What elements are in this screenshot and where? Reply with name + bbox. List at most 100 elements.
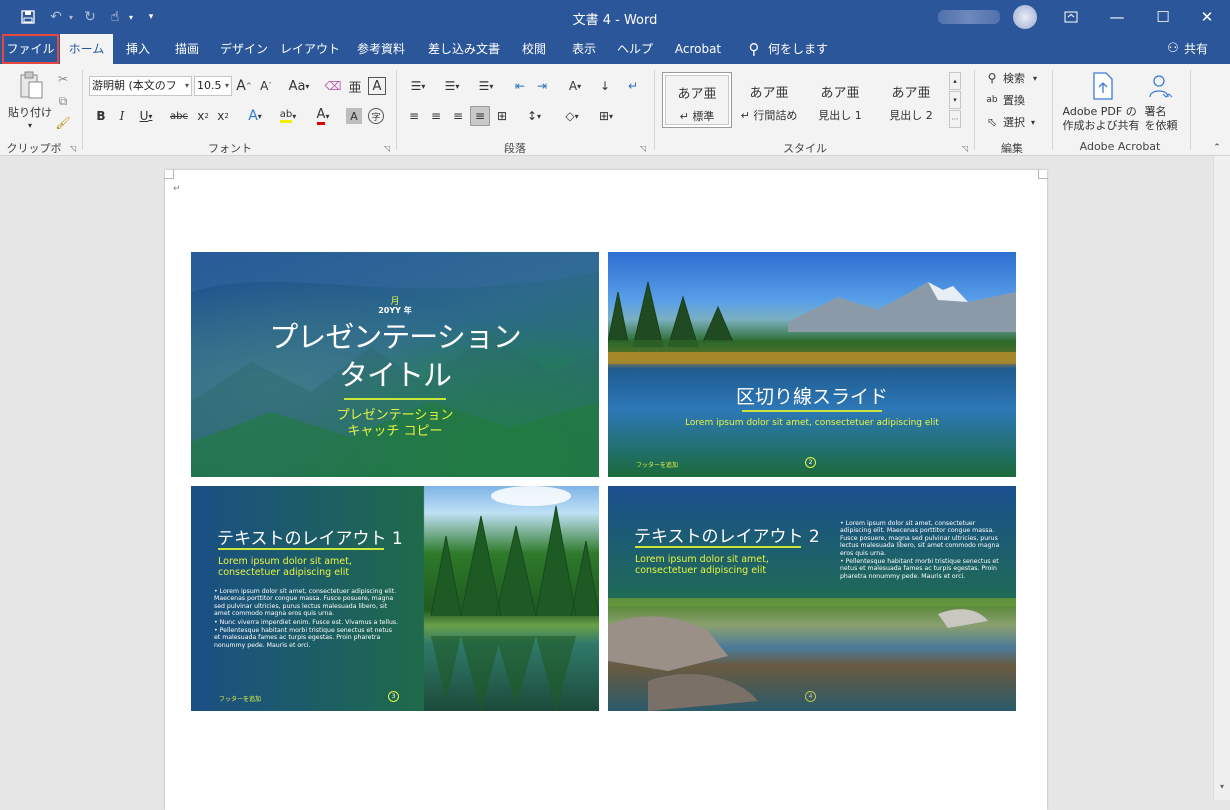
create-pdf-button[interactable]: Adobe PDF の 作成および共有	[1058, 104, 1144, 134]
paragraph-launcher-icon[interactable]: ◹	[640, 144, 646, 153]
copy-icon[interactable]: ⧉	[54, 92, 72, 110]
maximize-icon[interactable]: ☐	[1140, 0, 1186, 34]
tab-view[interactable]: 表示	[566, 34, 602, 64]
select-button[interactable]: 選択	[1000, 114, 1028, 130]
slide-title[interactable]: 月 20YY 年 プレゼンテーション タイトル プレゼンテーション キャッチ コ…	[191, 252, 599, 477]
asian-layout-icon[interactable]: A ▾	[562, 76, 588, 96]
shading-icon[interactable]: ◇ ▾	[558, 106, 586, 126]
tab-file[interactable]: ファイル	[2, 34, 59, 64]
styles-launcher-icon[interactable]: ◹	[962, 144, 968, 153]
replace-button[interactable]: 置換	[1000, 92, 1028, 108]
share-icon[interactable]: ⚇	[1164, 34, 1182, 64]
tab-insert[interactable]: 挿入	[116, 34, 160, 64]
character-border-icon[interactable]: A	[368, 77, 386, 95]
tab-home[interactable]: ホーム	[60, 34, 113, 64]
slide-section-title: 区切り線スライド	[735, 386, 888, 408]
justify-icon[interactable]: ≡	[470, 106, 490, 126]
slide-section[interactable]: 区切り線スライド Lorem ipsum dolor sit amet, con…	[608, 252, 1016, 477]
clipboard-launcher-icon[interactable]: ◹	[70, 144, 76, 153]
scroll-down-icon[interactable]: ▾	[1216, 782, 1228, 796]
tab-references[interactable]: 参考資料	[350, 34, 412, 64]
style-heading-2[interactable]: あア亜 見出し 2	[876, 72, 946, 128]
numbering-icon[interactable]: ☰ ▾	[438, 76, 466, 96]
tab-design[interactable]: デザイン	[216, 34, 272, 64]
vertical-scrollbar[interactable]: ▾	[1213, 156, 1230, 800]
styles-group-label: スタイル	[783, 142, 827, 155]
tab-layout[interactable]: レイアウト	[280, 34, 340, 64]
grow-font-icon[interactable]: A ^	[236, 76, 252, 96]
find-button[interactable]: 検索	[1000, 70, 1028, 86]
font-launcher-icon[interactable]: ◹	[384, 144, 390, 153]
lightbulb-icon: ⚲	[748, 40, 760, 58]
underline-icon[interactable]: U ▾	[134, 106, 158, 126]
select-icon[interactable]: ⬁	[984, 114, 1000, 130]
paragraph-mark-icon: ↵	[173, 184, 181, 194]
slide-text-layout-2[interactable]: テキストのレイアウト 2 Lorem ipsum dolor sit amet,…	[608, 486, 1016, 711]
find-icon[interactable]: ⚲	[984, 70, 1000, 86]
create-pdf-icon[interactable]	[1088, 70, 1118, 102]
styles-scroll-up-icon[interactable]: ▴	[949, 72, 961, 90]
subscript-icon[interactable]: x2	[194, 106, 212, 126]
paste-button[interactable]: 貼り付け	[6, 104, 54, 120]
align-center-icon[interactable]: ≡	[426, 106, 446, 126]
close-icon[interactable]: ✕	[1184, 0, 1230, 34]
multilevel-list-icon[interactable]: ☰ ▾	[472, 76, 500, 96]
show-marks-icon[interactable]: ↵	[624, 76, 642, 96]
italic-icon[interactable]: I	[113, 106, 131, 126]
tell-me-search[interactable]: 何をしますか	[768, 34, 838, 86]
format-painter-icon[interactable]: 🖌	[54, 114, 72, 132]
character-shading-icon[interactable]: A	[346, 108, 362, 124]
bullets-icon[interactable]: ☰ ▾	[404, 76, 432, 96]
increase-indent-icon[interactable]: ⇥	[532, 76, 552, 96]
paste-dropdown-icon[interactable]: ▾	[24, 120, 36, 130]
enclose-characters-icon[interactable]: 字	[368, 108, 384, 124]
shrink-font-icon[interactable]: Aˇ	[258, 76, 274, 96]
bold-icon[interactable]: B	[92, 106, 110, 126]
account-name[interactable]	[938, 10, 1000, 24]
tab-help[interactable]: ヘルプ	[612, 34, 658, 64]
tab-mailings[interactable]: 差し込み文書	[424, 34, 504, 64]
select-dropdown-icon[interactable]: ▾	[1028, 114, 1038, 130]
find-dropdown-icon[interactable]: ▾	[1030, 70, 1040, 86]
paste-icon[interactable]	[16, 70, 46, 102]
ribbon-display-options-icon[interactable]	[1048, 0, 1094, 34]
slide3-subtitle: Lorem ipsum dolor sit amet, consectetuer…	[218, 556, 352, 578]
request-signature-icon[interactable]	[1146, 70, 1176, 102]
style-no-spacing[interactable]: あア亜 ↵ 行間詰め	[734, 72, 804, 128]
distributed-icon[interactable]: ⊞	[492, 106, 512, 126]
superscript-icon[interactable]: x2	[214, 106, 232, 126]
sort-icon[interactable]: ↓	[596, 76, 614, 96]
share-button[interactable]: 共有	[1184, 34, 1214, 64]
style-normal[interactable]: あア亜 ↵ 標準	[662, 72, 732, 128]
font-size-combo[interactable]: 10.5 ▾	[194, 76, 232, 96]
slide-text-layout-1[interactable]: テキストのレイアウト 1 Lorem ipsum dolor sit amet,…	[191, 486, 599, 711]
highlight-icon[interactable]: ab ▾	[274, 106, 302, 126]
line-spacing-icon[interactable]: ↕ ▾	[520, 106, 548, 126]
styles-scroll-down-icon[interactable]: ▾	[949, 91, 961, 109]
minimize-icon[interactable]: —	[1094, 0, 1140, 34]
change-case-button[interactable]: Aa ▾	[282, 76, 316, 96]
tab-review[interactable]: 校閲	[514, 34, 554, 64]
request-signature-button[interactable]: 署名 を依頼	[1142, 104, 1180, 134]
align-right-icon[interactable]: ≡	[448, 106, 468, 126]
text-effects-icon[interactable]: A ▾	[242, 106, 268, 126]
font-color-icon[interactable]: A ▾	[310, 106, 336, 126]
replace-icon[interactable]: ab	[984, 92, 1000, 108]
collapse-ribbon-icon[interactable]: ⌃	[1210, 142, 1224, 154]
phonetic-guide-icon[interactable]: 亜	[346, 76, 364, 96]
style-heading-1-sample: あア亜	[820, 86, 860, 101]
slide3-underline	[218, 548, 384, 550]
borders-icon[interactable]: ⊞ ▾	[592, 106, 620, 126]
styles-more-icon[interactable]: ⋯	[949, 110, 961, 128]
strikethrough-icon[interactable]: abc	[168, 106, 190, 126]
tab-acrobat[interactable]: Acrobat	[668, 34, 728, 64]
slide-title-heading: プレゼンテーション タイトル	[269, 320, 521, 392]
avatar[interactable]	[1013, 5, 1037, 29]
decrease-indent-icon[interactable]: ⇤	[510, 76, 530, 96]
font-name-combo[interactable]: 游明朝 (本文のフ ▾	[89, 76, 192, 96]
cut-icon[interactable]: ✂	[54, 70, 72, 88]
style-heading-1[interactable]: あア亜 見出し 1	[805, 72, 875, 128]
clear-formatting-icon[interactable]: ⌫	[324, 76, 342, 96]
tab-draw[interactable]: 描画	[164, 34, 210, 64]
align-left-icon[interactable]: ≡	[404, 106, 424, 126]
